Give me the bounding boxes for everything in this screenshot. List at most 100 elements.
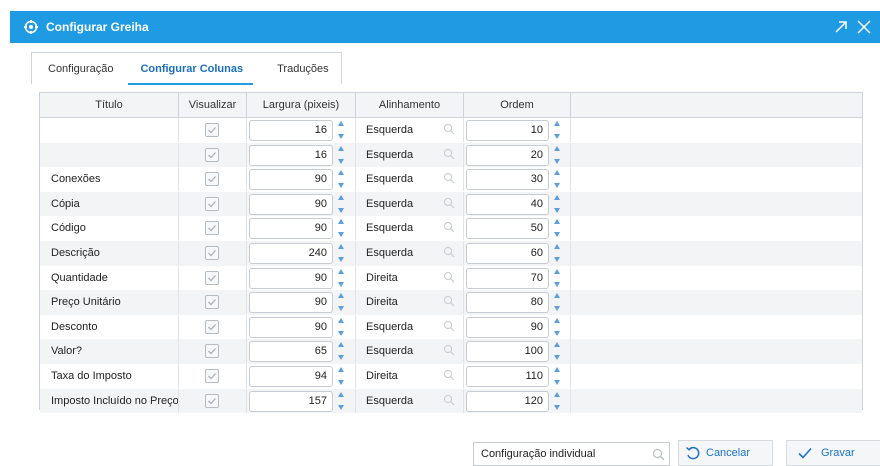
order-spinner[interactable]: [552, 367, 562, 385]
search-icon[interactable]: [443, 221, 455, 233]
width-spinner[interactable]: [336, 121, 346, 139]
order-input[interactable]: 110: [466, 366, 549, 387]
order-spinner[interactable]: [552, 219, 562, 238]
spin-up-icon[interactable]: [554, 121, 560, 126]
order-input[interactable]: 60: [466, 243, 549, 264]
spin-up-icon[interactable]: [338, 219, 344, 225]
width-input[interactable]: 90: [249, 267, 333, 289]
close-button[interactable]: [855, 18, 873, 36]
visible-checkbox[interactable]: [205, 369, 219, 383]
width-spinner[interactable]: [336, 342, 346, 361]
visible-checkbox[interactable]: [205, 319, 219, 334]
spin-down-icon[interactable]: [554, 232, 560, 238]
visible-checkbox[interactable]: [205, 172, 219, 187]
search-icon[interactable]: [443, 148, 455, 160]
width-spinner[interactable]: [336, 194, 346, 213]
spin-down-icon[interactable]: [554, 306, 560, 312]
order-spinner[interactable]: [552, 145, 562, 164]
order-input[interactable]: 70: [466, 267, 549, 289]
visible-checkbox[interactable]: [205, 270, 219, 285]
order-spinner[interactable]: [552, 170, 562, 189]
spin-up-icon[interactable]: [554, 342, 560, 348]
spin-up-icon[interactable]: [554, 317, 560, 323]
order-input[interactable]: 90: [466, 316, 549, 338]
order-input[interactable]: 80: [466, 292, 549, 314]
width-input[interactable]: 90: [249, 193, 333, 215]
order-spinner[interactable]: [552, 121, 562, 139]
spin-down-icon[interactable]: [554, 134, 560, 139]
order-spinner[interactable]: [552, 317, 562, 336]
spin-down-icon[interactable]: [554, 330, 560, 336]
order-spinner[interactable]: [552, 293, 562, 312]
alignment-cell[interactable]: Esquerda: [356, 167, 464, 192]
width-input[interactable]: 94: [249, 366, 333, 387]
visible-checkbox[interactable]: [205, 393, 219, 408]
width-spinner[interactable]: [336, 244, 346, 262]
spin-down-icon[interactable]: [338, 232, 344, 238]
spin-down-icon[interactable]: [338, 355, 344, 361]
search-icon[interactable]: [443, 271, 455, 283]
spin-up-icon[interactable]: [338, 293, 344, 299]
alignment-cell[interactable]: Direita: [356, 290, 464, 315]
width-input[interactable]: 90: [249, 169, 333, 191]
header-titulo[interactable]: Título: [40, 93, 179, 118]
alignment-cell[interactable]: Esquerda: [356, 314, 464, 339]
visible-checkbox[interactable]: [205, 196, 219, 211]
header-visualizar[interactable]: Visualizar: [179, 93, 247, 118]
width-input[interactable]: 65: [249, 341, 333, 363]
order-spinner[interactable]: [552, 391, 562, 410]
width-spinner[interactable]: [336, 145, 346, 164]
search-icon[interactable]: [443, 197, 455, 209]
spin-down-icon[interactable]: [338, 207, 344, 213]
spin-down-icon[interactable]: [554, 183, 560, 189]
spin-up-icon[interactable]: [338, 268, 344, 274]
spin-up-icon[interactable]: [338, 121, 344, 126]
spin-up-icon[interactable]: [554, 244, 560, 249]
spin-up-icon[interactable]: [338, 317, 344, 323]
alignment-cell[interactable]: Direita: [356, 364, 464, 388]
search-icon[interactable]: [652, 448, 665, 461]
spin-up-icon[interactable]: [554, 194, 560, 200]
order-input[interactable]: 20: [466, 144, 549, 166]
search-icon[interactable]: [443, 344, 455, 356]
spin-down-icon[interactable]: [554, 257, 560, 262]
width-input[interactable]: 16: [249, 120, 333, 141]
spin-up-icon[interactable]: [554, 367, 560, 372]
width-spinner[interactable]: [336, 170, 346, 189]
tab-traducoes[interactable]: Traduções: [277, 53, 329, 85]
spin-down-icon[interactable]: [554, 355, 560, 361]
visible-checkbox[interactable]: [205, 344, 219, 359]
width-spinner[interactable]: [336, 391, 346, 410]
visible-checkbox[interactable]: [205, 221, 219, 236]
alignment-cell[interactable]: Esquerda: [356, 216, 464, 241]
alignment-cell[interactable]: Esquerda: [356, 118, 464, 142]
header-largura[interactable]: Largura (pixeis): [247, 93, 356, 118]
save-button[interactable]: Gravar: [786, 440, 880, 466]
spin-up-icon[interactable]: [338, 244, 344, 249]
alignment-cell[interactable]: Esquerda: [356, 339, 464, 364]
width-input[interactable]: 240: [249, 243, 333, 264]
search-icon[interactable]: [443, 394, 455, 406]
spin-up-icon[interactable]: [338, 170, 344, 176]
spin-down-icon[interactable]: [554, 207, 560, 213]
spin-up-icon[interactable]: [554, 391, 560, 397]
order-input[interactable]: 50: [466, 218, 549, 240]
search-icon[interactable]: [443, 246, 455, 258]
spin-up-icon[interactable]: [554, 219, 560, 225]
width-input[interactable]: 16: [249, 144, 333, 166]
order-input[interactable]: 120: [466, 390, 549, 412]
tab-configuracao[interactable]: Configuração: [48, 53, 113, 85]
visible-checkbox[interactable]: [205, 123, 219, 137]
spin-down-icon[interactable]: [554, 404, 560, 410]
alignment-cell[interactable]: Direita: [356, 265, 464, 290]
config-select[interactable]: [473, 442, 670, 466]
spin-down-icon[interactable]: [338, 306, 344, 312]
width-input[interactable]: 90: [249, 218, 333, 240]
spin-down-icon[interactable]: [338, 183, 344, 189]
width-spinner[interactable]: [336, 268, 346, 287]
maximize-button[interactable]: [832, 18, 850, 36]
width-input[interactable]: 157: [249, 390, 333, 412]
search-icon[interactable]: [443, 172, 455, 184]
spin-up-icon[interactable]: [338, 194, 344, 200]
width-input[interactable]: 90: [249, 316, 333, 338]
